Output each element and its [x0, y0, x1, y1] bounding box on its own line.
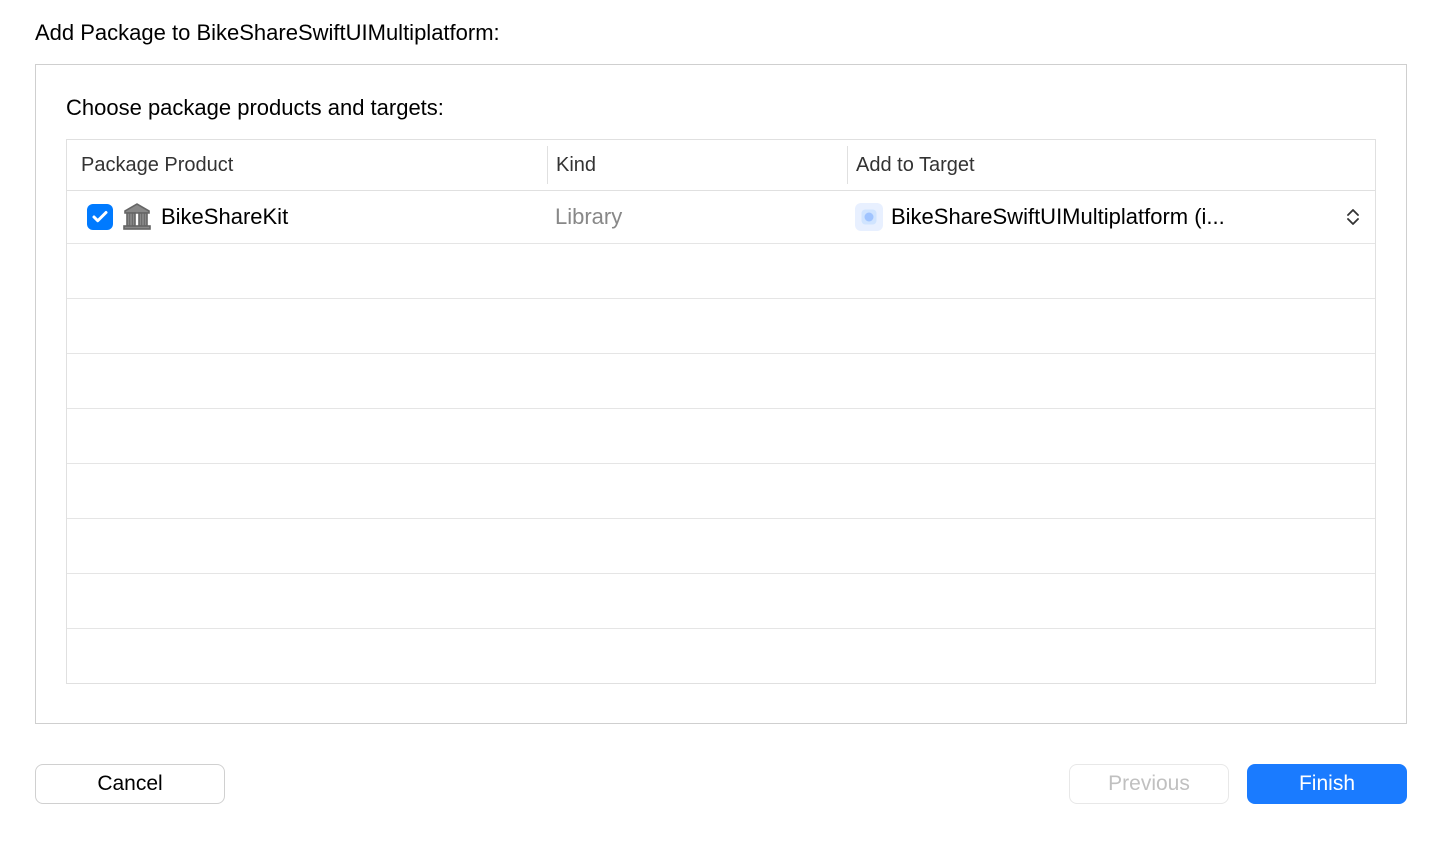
main-panel: Choose package products and targets: Pac… [35, 64, 1407, 724]
previous-button[interactable]: Previous [1069, 764, 1229, 804]
library-icon [121, 201, 153, 233]
app-target-icon [855, 203, 883, 231]
header-label-target: Add to Target [856, 154, 975, 177]
product-cell: BikeShareKit [67, 201, 547, 233]
chevron-up-down-icon [1345, 206, 1361, 228]
header-label-kind: Kind [556, 154, 596, 177]
column-header-product[interactable]: Package Product [67, 154, 547, 177]
table-row-empty [67, 409, 1375, 464]
target-cell[interactable]: BikeShareSwiftUIMultiplatform (i... [847, 203, 1375, 231]
products-table: Package Product Kind Add to Target [66, 139, 1376, 684]
product-name: BikeShareKit [161, 204, 288, 230]
panel-subtitle: Choose package products and targets: [66, 95, 1376, 121]
table-row-empty [67, 464, 1375, 519]
column-header-target[interactable]: Add to Target [847, 146, 1375, 184]
finish-button[interactable]: Finish [1247, 764, 1407, 804]
table-row-empty [67, 629, 1375, 684]
table-row-empty [67, 519, 1375, 574]
table-header: Package Product Kind Add to Target [67, 139, 1375, 191]
cancel-button[interactable]: Cancel [35, 764, 225, 804]
button-bar-right: Previous Finish [1069, 764, 1407, 804]
column-header-kind[interactable]: Kind [547, 146, 847, 184]
target-label: BikeShareSwiftUIMultiplatform (i... [891, 204, 1337, 230]
table-row[interactable]: BikeShareKit Library BikeShareSwiftUIMul… [67, 191, 1375, 244]
table-row-empty [67, 299, 1375, 354]
table-row-empty [67, 574, 1375, 629]
table-row-empty [67, 244, 1375, 299]
product-checkbox[interactable] [87, 204, 113, 230]
dialog-title: Add Package to BikeShareSwiftUIMultiplat… [35, 20, 1407, 46]
header-label-product: Package Product [81, 154, 233, 176]
button-bar: Cancel Previous Finish [35, 724, 1407, 804]
kind-cell: Library [547, 204, 847, 230]
table-row-empty [67, 354, 1375, 409]
